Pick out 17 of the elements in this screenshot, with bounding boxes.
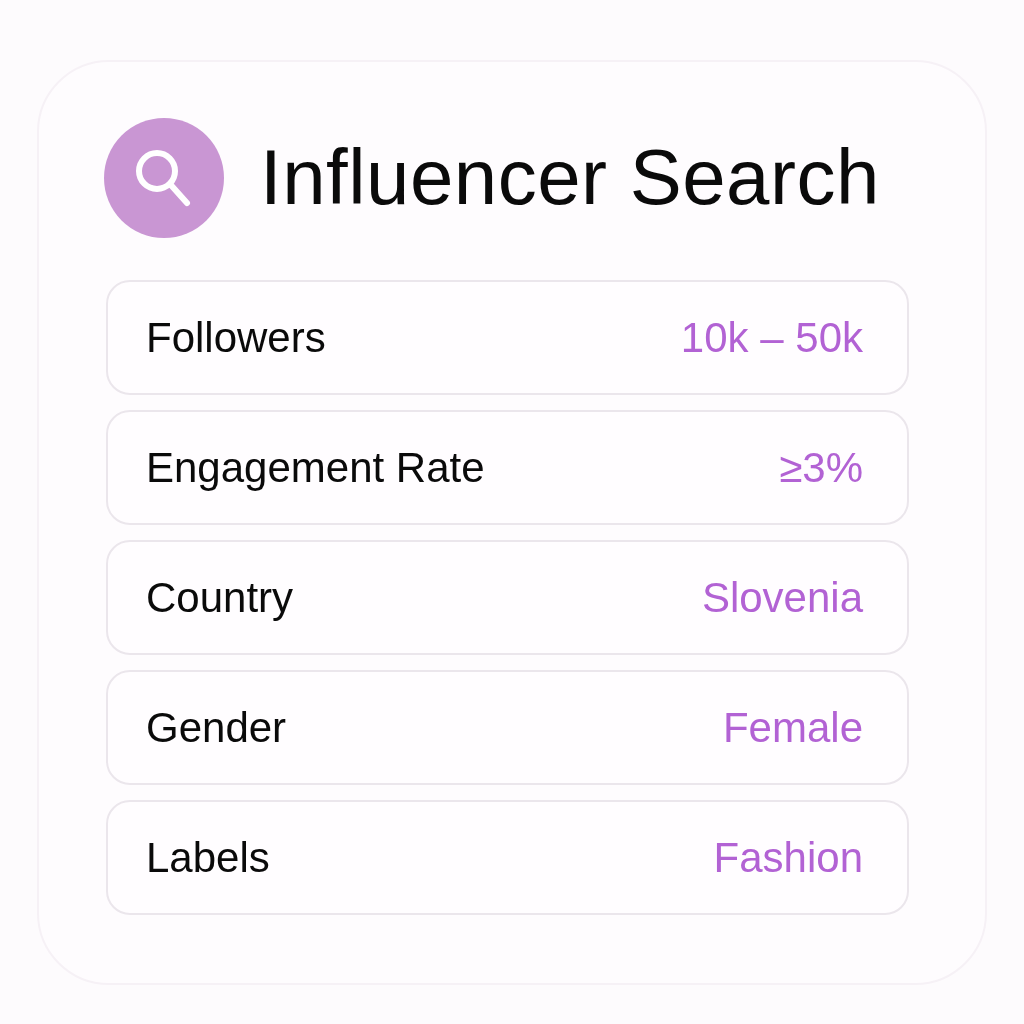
filter-row[interactable]: Engagement Rate ≥3% [106, 410, 909, 525]
filter-label: Gender [146, 703, 287, 752]
filter-value: 10k – 50k [680, 313, 863, 362]
filter-row[interactable]: Gender Female [106, 670, 909, 785]
filter-label: Followers [146, 313, 326, 362]
search-icon [104, 118, 224, 238]
filter-value: Female [722, 703, 863, 752]
filter-label: Labels [146, 833, 270, 882]
filter-value: ≥3% [779, 443, 863, 492]
filter-value: Slovenia [701, 573, 863, 622]
filter-row[interactable]: Labels Fashion [106, 800, 909, 915]
filter-value: Fashion [713, 833, 863, 882]
filter-label: Country [146, 573, 294, 622]
filter-label: Engagement Rate [146, 443, 485, 492]
page-title: Influencer Search [260, 135, 880, 221]
filter-row[interactable]: Country Slovenia [106, 540, 909, 655]
filter-row[interactable]: Followers 10k – 50k [106, 280, 909, 395]
